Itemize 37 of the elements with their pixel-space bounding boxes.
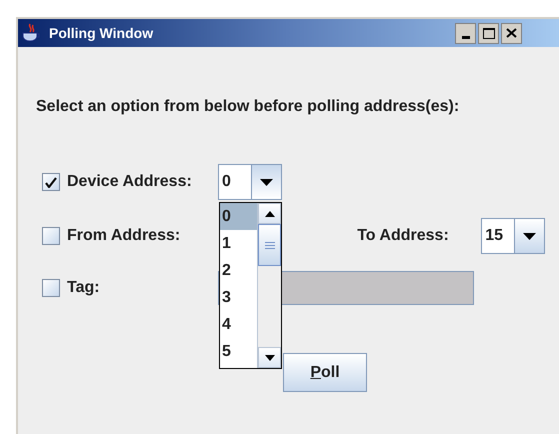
checkbox[interactable] xyxy=(42,227,60,245)
down-arrow-icon xyxy=(260,178,273,186)
field-label: Tag: xyxy=(67,278,101,298)
dropdown-option[interactable]: 1 xyxy=(220,230,257,257)
down-arrow-icon xyxy=(523,232,536,240)
field-label: Device Address: xyxy=(67,172,193,192)
field-label: To Address: xyxy=(357,226,450,246)
scroll-thumb[interactable] xyxy=(258,224,281,266)
scroll-up-button[interactable] xyxy=(258,203,281,224)
dropdown-button[interactable] xyxy=(252,165,281,199)
minimize-icon xyxy=(462,36,470,38)
close-icon xyxy=(506,28,518,38)
combo-box[interactable]: 0 xyxy=(218,164,282,200)
scrollbar[interactable] xyxy=(257,203,281,368)
field-label: From Address: xyxy=(67,226,180,246)
dropdown-option[interactable]: 2 xyxy=(220,257,257,284)
dropdown-option[interactable]: 4 xyxy=(220,311,257,338)
checkbox[interactable] xyxy=(42,279,60,297)
down-arrow-icon xyxy=(264,354,274,360)
dropdown-option[interactable]: 0 xyxy=(220,203,257,230)
dropdown-option[interactable]: 5 xyxy=(220,338,257,365)
window-title: Polling Window xyxy=(49,24,154,43)
close-button[interactable] xyxy=(501,22,522,44)
dropdown-option[interactable]: 3 xyxy=(220,284,257,311)
combo-box[interactable]: 15 xyxy=(481,218,546,254)
maximize-button[interactable] xyxy=(478,22,500,44)
maximize-icon xyxy=(482,28,495,38)
instruction-text: Select an option from below before polling address(es): xyxy=(36,97,460,117)
dropdown-button[interactable] xyxy=(515,219,544,253)
checkbox[interactable] xyxy=(42,173,60,191)
check-icon xyxy=(45,176,57,188)
coffee-cup-icon xyxy=(20,22,42,44)
minimize-button[interactable] xyxy=(455,22,476,44)
poll-button[interactable]: Poll xyxy=(283,353,367,392)
scroll-down-button[interactable] xyxy=(258,347,281,368)
grip-icon xyxy=(264,242,274,248)
up-arrow-icon xyxy=(264,210,274,216)
